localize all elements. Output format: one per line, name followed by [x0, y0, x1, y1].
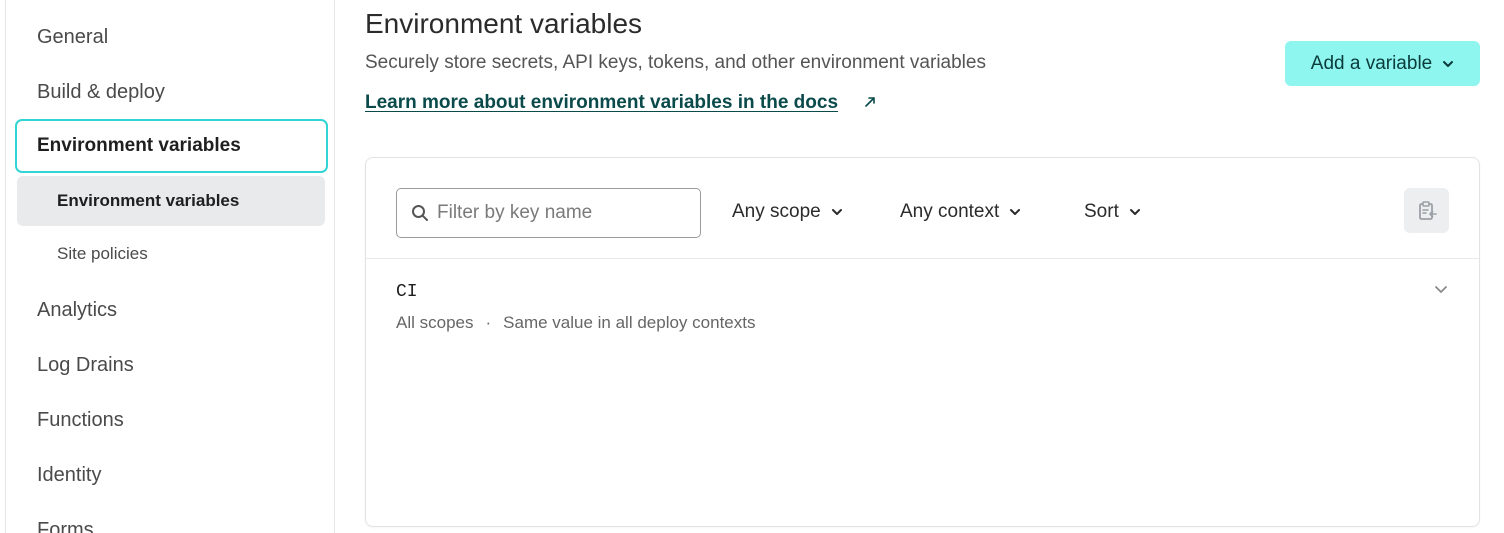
import-from-clipboard-button[interactable]: [1404, 188, 1449, 233]
chevron-down-icon: [1443, 60, 1454, 67]
sidebar-subitem-environment-variables[interactable]: Environment variables: [17, 176, 325, 226]
docs-link[interactable]: Learn more about environment variables i…: [365, 92, 838, 114]
sort-dropdown-label: Sort: [1084, 201, 1119, 222]
chevron-down-icon: [831, 209, 842, 215]
context-dropdown-label: Any context: [900, 201, 1000, 222]
sidebar-item-identity[interactable]: Identity: [37, 463, 101, 487]
filter-field[interactable]: [396, 188, 701, 238]
context-dropdown[interactable]: Any context: [900, 201, 1021, 223]
clipboard-icon: [1418, 200, 1437, 220]
variable-scope: All scopes: [396, 313, 474, 332]
toolbar-divider: [366, 258, 1479, 259]
add-variable-button[interactable]: Add a variable: [1285, 41, 1480, 86]
external-link-icon: [865, 97, 875, 107]
sidebar-item-log-drains[interactable]: Log Drains: [37, 353, 134, 377]
page-title: Environment variables: [365, 8, 643, 39]
scope-dropdown-label: Any scope: [732, 201, 821, 222]
sidebar-item-build-deploy[interactable]: Build & deploy: [37, 80, 165, 104]
variable-meta: All scopes · Same value in all deploy cont…: [396, 313, 755, 333]
settings-sidebar: General Build & deploy Environment varia…: [5, 0, 335, 533]
sidebar-item-functions[interactable]: Functions: [37, 408, 124, 432]
scope-dropdown[interactable]: Any scope: [732, 201, 843, 223]
sidebar-subitem-site-policies[interactable]: Site policies: [17, 229, 325, 279]
variables-card: Any scope Any context Sort CI All scopes…: [365, 157, 1480, 527]
variable-context: Same value in all deploy contexts: [503, 313, 756, 332]
sort-dropdown[interactable]: Sort: [1084, 201, 1141, 223]
page-description: Securely store secrets, API keys, tokens…: [365, 52, 986, 73]
sidebar-item-analytics[interactable]: Analytics: [37, 298, 117, 322]
add-variable-label: Add a variable: [1310, 52, 1433, 74]
search-icon: [412, 205, 428, 221]
chevron-down-icon: [1010, 209, 1021, 215]
sidebar-item-forms[interactable]: Forms: [37, 518, 94, 533]
sidebar-item-general[interactable]: General: [37, 25, 108, 49]
variable-key: CI: [396, 282, 418, 302]
expand-chevron-icon[interactable]: [1434, 282, 1448, 296]
filter-input[interactable]: [437, 202, 687, 224]
meta-separator: ·: [485, 313, 492, 332]
chevron-down-icon: [1129, 209, 1140, 215]
sidebar-item-environment-variables[interactable]: Environment variables: [15, 119, 328, 173]
